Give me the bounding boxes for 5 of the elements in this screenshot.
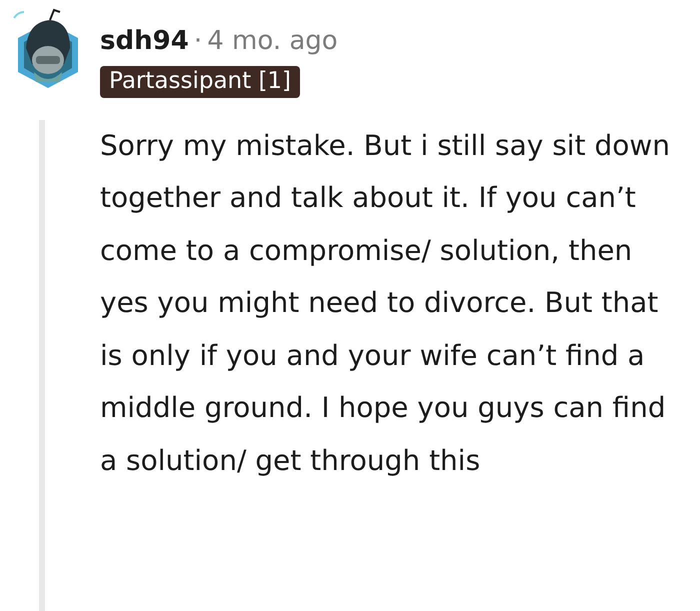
timestamp: 4 mo. ago [207,26,338,56]
separator: · [194,26,202,56]
comment-text: Sorry my mistake. But i still say sit down together and talk about it. If you can’t come to a compromise/ solution, then yes you might need to divorce. But that is only if you and your wife can’t find a middle ground. I hope you guys can find a solution/ get through this [100,128,672,479]
user-flair: Partassipant [1] [100,66,300,98]
username[interactable]: sdh94 [100,26,189,56]
